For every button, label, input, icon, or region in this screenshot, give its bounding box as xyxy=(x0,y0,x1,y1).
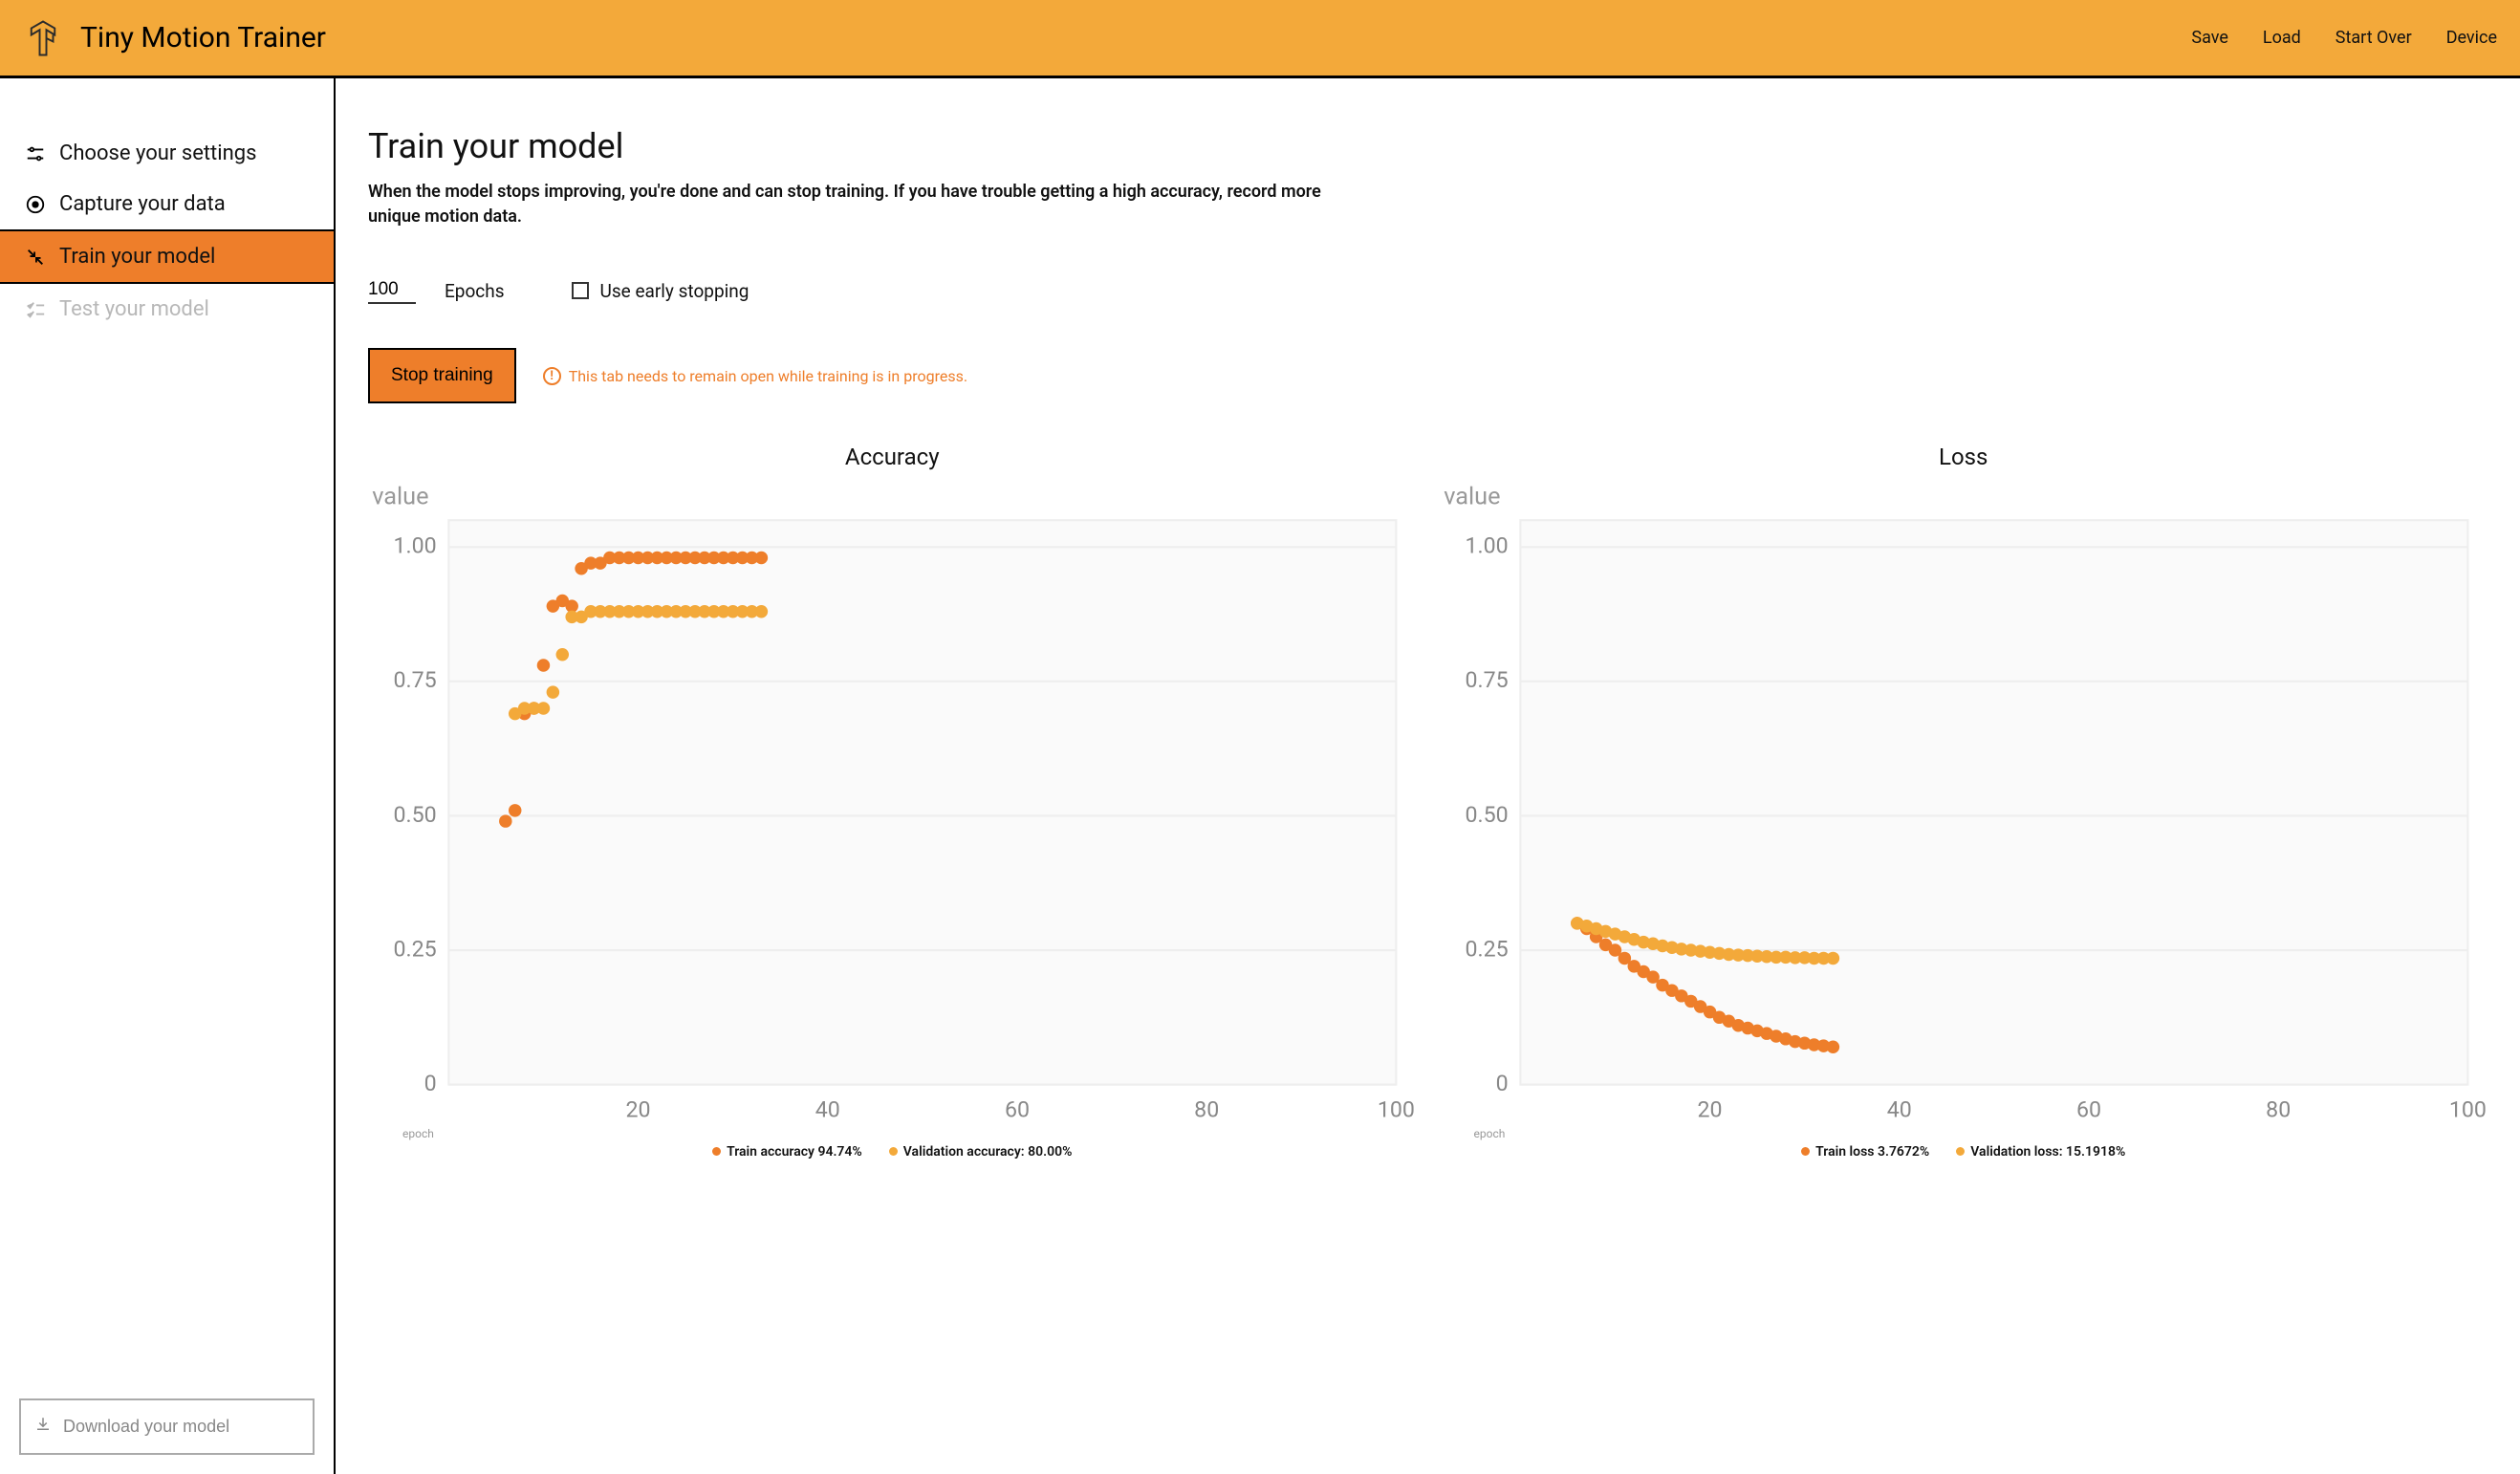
svg-text:1.00: 1.00 xyxy=(393,532,436,559)
sidebar-item-label: Choose your settings xyxy=(59,141,256,165)
chart-title: Accuracy xyxy=(845,444,940,470)
nav-device[interactable]: Device xyxy=(2446,28,2497,48)
app-title: Tiny Motion Trainer xyxy=(80,21,326,54)
svg-text:20: 20 xyxy=(1697,1096,1722,1123)
page-description: When the model stops improving, you're d… xyxy=(368,180,1362,229)
download-icon xyxy=(34,1416,52,1438)
sidebar-item-label: Capture your data xyxy=(59,192,226,216)
svg-text:40: 40 xyxy=(815,1096,840,1123)
svg-text:40: 40 xyxy=(1886,1096,1911,1123)
legend-label: Train accuracy 94.74% xyxy=(727,1144,862,1160)
svg-text:80: 80 xyxy=(1194,1096,1219,1123)
svg-text:60: 60 xyxy=(1005,1096,1030,1123)
sliders-icon xyxy=(25,143,46,164)
loss-chart-svg: value 0 0.25 0.50 0.75 1.00 20 40 60 80 100 xyxy=(1440,480,2488,1125)
svg-text:0: 0 xyxy=(424,1070,437,1096)
loss-chart: Loss value 0 0.25 0.50 0.75 1.00 20 40 60 80 100 e… xyxy=(1440,444,2488,1160)
header-nav: Save Load Start Over Device xyxy=(2191,28,2497,48)
nav-save[interactable]: Save xyxy=(2191,28,2228,48)
svg-text:0.75: 0.75 xyxy=(393,666,436,693)
svg-text:100: 100 xyxy=(1378,1096,1415,1123)
sidebar: Choose your settings Capture your data T… xyxy=(0,78,336,1474)
svg-text:value: value xyxy=(372,483,428,510)
chart-title: Loss xyxy=(1939,444,1988,470)
accuracy-legend: Train accuracy 94.74% Validation accurac… xyxy=(712,1144,1072,1160)
accuracy-chart: Accuracy value 0 0.25 0.50 0.75 1.00 20 40 60 80 1… xyxy=(368,444,1417,1160)
svg-text:60: 60 xyxy=(2075,1096,2100,1123)
early-stopping-checkbox[interactable]: Use early stopping xyxy=(572,280,749,302)
warning-text: This tab needs to remain open while trai… xyxy=(569,367,967,385)
svg-text:0.25: 0.25 xyxy=(1465,936,1508,963)
header-left: Tiny Motion Trainer xyxy=(23,18,326,58)
legend-label: Validation loss: 15.1918% xyxy=(1970,1144,2125,1160)
legend-dot-icon xyxy=(889,1147,898,1156)
charts-row: Accuracy value 0 0.25 0.50 0.75 1.00 20 40 60 80 1… xyxy=(368,444,2487,1160)
page-title: Train your model xyxy=(368,126,2487,166)
legend-train-loss: Train loss 3.7672% xyxy=(1801,1144,1929,1160)
sidebar-item-settings[interactable]: Choose your settings xyxy=(0,128,334,179)
checkbox-icon xyxy=(572,282,589,299)
warning-icon: ! xyxy=(543,367,561,385)
main-content: Train your model When the model stops im… xyxy=(336,78,2520,1474)
sidebar-item-train[interactable]: Train your model xyxy=(0,229,334,284)
sidebar-item-label: Train your model xyxy=(59,245,215,269)
legend-label: Validation accuracy: 80.00% xyxy=(903,1144,1073,1160)
training-warning: ! This tab needs to remain open while tr… xyxy=(543,367,967,385)
svg-text:0.75: 0.75 xyxy=(1465,666,1508,693)
x-axis-label: epoch xyxy=(1474,1127,1506,1140)
legend-validation-loss: Validation loss: 15.1918% xyxy=(1956,1144,2125,1160)
accuracy-chart-svg: value 0 0.25 0.50 0.75 1.00 20 40 60 80 100 xyxy=(368,480,1417,1125)
legend-validation-accuracy: Validation accuracy: 80.00% xyxy=(889,1144,1073,1160)
sidebar-item-label: Test your model xyxy=(59,297,209,321)
svg-text:100: 100 xyxy=(2448,1096,2486,1123)
record-icon xyxy=(25,194,46,215)
early-stopping-label: Use early stopping xyxy=(600,280,749,302)
legend-dot-icon xyxy=(712,1147,721,1156)
legend-dot-icon xyxy=(1801,1147,1810,1156)
svg-text:0.50: 0.50 xyxy=(393,801,436,828)
legend-dot-icon xyxy=(1956,1147,1965,1156)
svg-text:0.50: 0.50 xyxy=(1465,801,1508,828)
svg-text:1.00: 1.00 xyxy=(1465,532,1508,559)
legend-label: Train loss 3.7672% xyxy=(1815,1144,1929,1160)
legend-train-accuracy: Train accuracy 94.74% xyxy=(712,1144,862,1160)
download-label: Download your model xyxy=(63,1417,229,1437)
training-controls: Epochs Use early stopping xyxy=(368,277,2487,304)
action-row: Stop training ! This tab needs to remain… xyxy=(368,348,2487,403)
download-model-button[interactable]: Download your model xyxy=(19,1398,315,1455)
stop-training-button[interactable]: Stop training xyxy=(368,348,516,403)
loss-legend: Train loss 3.7672% Validation loss: 15.1… xyxy=(1801,1144,2125,1160)
nav-start-over[interactable]: Start Over xyxy=(2335,28,2412,48)
svg-text:80: 80 xyxy=(2266,1096,2291,1123)
header: Tiny Motion Trainer Save Load Start Over… xyxy=(0,0,2520,78)
epochs-input[interactable] xyxy=(368,277,416,304)
checklist-icon xyxy=(25,299,46,320)
svg-text:0.25: 0.25 xyxy=(393,936,436,963)
svg-text:0: 0 xyxy=(1495,1070,1508,1096)
x-axis-label: epoch xyxy=(402,1127,434,1140)
svg-text:value: value xyxy=(1444,483,1500,510)
sidebar-item-capture[interactable]: Capture your data xyxy=(0,179,334,229)
tensorflow-logo-icon xyxy=(23,18,63,58)
nav-load[interactable]: Load xyxy=(2263,28,2301,48)
arrows-collide-icon xyxy=(25,247,46,268)
sidebar-item-test: Test your model xyxy=(0,284,334,335)
epochs-label: Epochs xyxy=(445,280,505,302)
svg-text:20: 20 xyxy=(626,1096,651,1123)
